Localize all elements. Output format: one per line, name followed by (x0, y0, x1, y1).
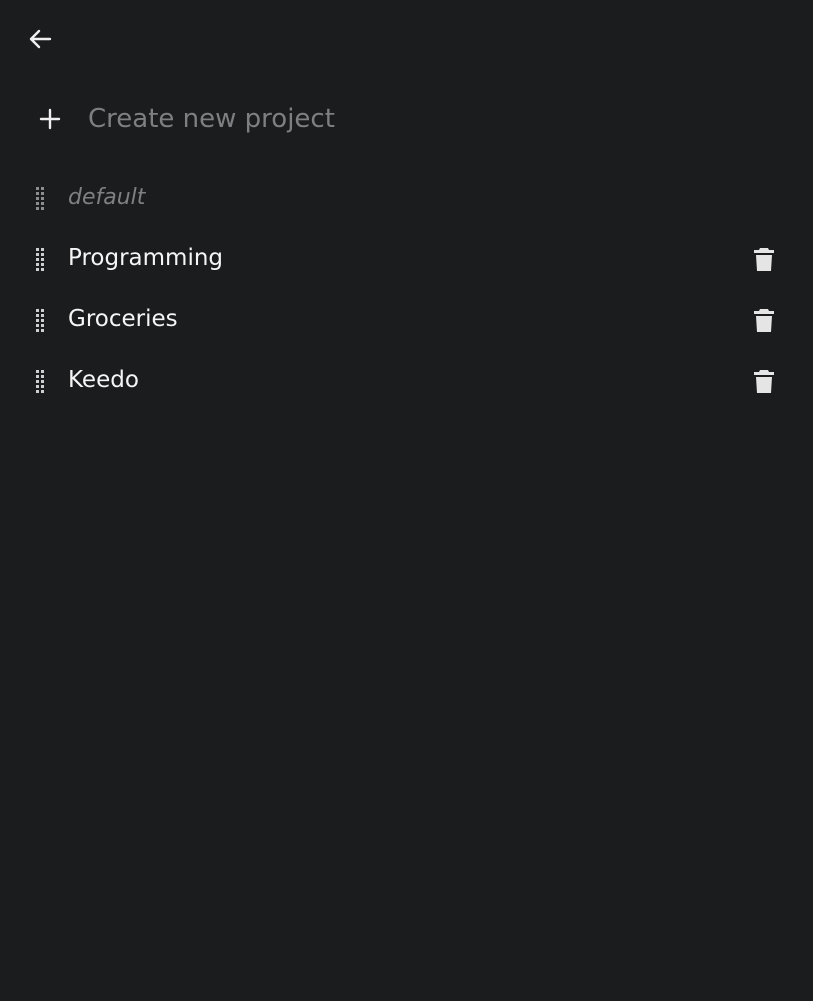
drag-handle-icon[interactable] (32, 185, 48, 211)
delete-project-button[interactable] (750, 244, 778, 274)
drag-handle-icon[interactable] (32, 246, 48, 272)
project-name: Programming (68, 245, 224, 271)
project-name: default (68, 185, 146, 210)
project-name: Groceries (68, 306, 178, 332)
delete-project-button[interactable] (750, 366, 778, 396)
create-project-button[interactable] (36, 105, 64, 133)
project-name: Keedo (68, 367, 139, 393)
project-item-groceries[interactable]: Groceries (32, 289, 780, 350)
trash-icon (754, 369, 774, 393)
project-item-default[interactable]: default (32, 176, 780, 220)
trash-icon (754, 308, 774, 332)
create-project-row (36, 96, 776, 142)
plus-icon (39, 108, 61, 130)
arrow-left-icon (29, 29, 52, 49)
trash-icon (754, 247, 774, 271)
project-item-programming[interactable]: Programming (32, 228, 780, 289)
project-item-keedo[interactable]: Keedo (32, 350, 780, 411)
create-project-input[interactable] (88, 99, 776, 139)
projects-page: default Programming (0, 0, 813, 1001)
delete-project-button[interactable] (750, 305, 778, 335)
back-button[interactable] (24, 24, 58, 54)
drag-handle-icon[interactable] (32, 368, 48, 394)
drag-handle-icon[interactable] (32, 307, 48, 333)
project-list: default Programming Groceries Keedo (32, 176, 780, 411)
